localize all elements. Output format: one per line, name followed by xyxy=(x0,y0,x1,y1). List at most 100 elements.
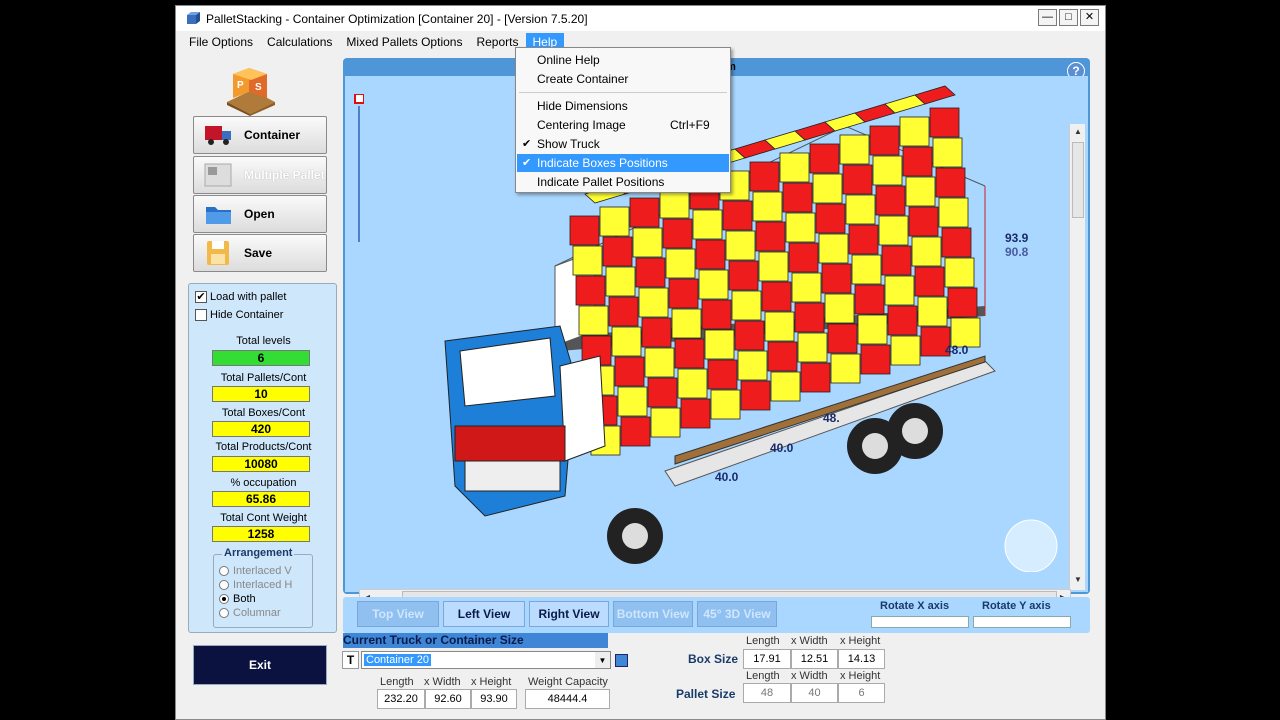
dimension-depth: 48.0 xyxy=(945,343,969,357)
exit-button[interactable]: Exit xyxy=(193,645,327,685)
vertical-scrollbar[interactable]: ▲ ▼ xyxy=(1069,124,1085,590)
check-icon: ✔ xyxy=(522,138,532,150)
menu-mixed-pallets-options[interactable]: Mixed Pallets Options xyxy=(339,33,469,51)
cargo-box xyxy=(572,245,603,276)
minimize-button[interactable]: — xyxy=(1038,9,1057,26)
container-width-field[interactable]: 92.60 xyxy=(425,689,471,709)
arrangement-both-radio[interactable]: Both xyxy=(219,593,256,605)
weight-capacity-field[interactable]: 48444.4 xyxy=(525,689,610,709)
cargo-box xyxy=(902,146,933,177)
arrangement-interlaced-v-radio[interactable]: Interlaced V xyxy=(219,565,292,577)
cargo-box xyxy=(914,266,945,297)
container-edit-icon[interactable] xyxy=(615,654,628,667)
menu-item-label: Indicate Boxes Positions xyxy=(537,156,668,170)
dimension-pallet-b: 40.0 xyxy=(715,470,739,484)
cargo-box xyxy=(749,161,780,192)
arrangement-columnar-radio[interactable]: Columnar xyxy=(219,607,281,619)
rotate-x-slider[interactable] xyxy=(871,616,969,628)
cargo-box xyxy=(599,206,630,237)
load-with-pallet-checkbox[interactable]: ✔ Load with pallet xyxy=(195,291,286,303)
cargo-box xyxy=(935,167,966,198)
pallet-height-field[interactable]: 6 xyxy=(838,683,885,703)
scroll-up-arrow[interactable]: ▲ xyxy=(1071,124,1085,138)
cargo-box xyxy=(605,266,636,297)
save-button[interactable]: Save xyxy=(193,234,327,272)
total-boxes-value: 420 xyxy=(212,421,310,437)
pallet-width-field[interactable]: 40 xyxy=(791,683,838,703)
save-disk-icon xyxy=(207,241,229,265)
radio-label: Interlaced V xyxy=(233,565,292,577)
cargo-box xyxy=(611,326,642,357)
chevron-down-icon[interactable]: ▼ xyxy=(595,652,610,668)
multiple-pallet-button[interactable]: Multiple Pallet xyxy=(193,156,327,194)
cargo-box xyxy=(635,257,666,288)
bottom-view-button[interactable]: Bottom View xyxy=(613,601,693,627)
top-view-button[interactable]: Top View xyxy=(357,601,439,627)
menu-item-indicate-pallet-positions[interactable]: Indicate Pallet Positions xyxy=(517,173,729,191)
arrangement-group: Arrangement Interlaced V Interlaced H Bo… xyxy=(213,547,313,628)
scroll-down-arrow[interactable]: ▼ xyxy=(1071,572,1085,586)
radio-label: Interlaced H xyxy=(233,579,293,591)
menu-calculations[interactable]: Calculations xyxy=(260,33,339,51)
close-button[interactable]: ✕ xyxy=(1080,9,1099,26)
box-width-field[interactable]: 12.51 xyxy=(791,649,838,669)
menu-item-indicate-boxes-positions[interactable]: ✔ Indicate Boxes Positions xyxy=(517,154,729,172)
cargo-box xyxy=(692,209,723,240)
menu-item-hide-dimensions[interactable]: Hide Dimensions xyxy=(517,97,729,115)
cargo-box xyxy=(770,371,801,402)
title-bar: PalletStacking - Container Optimization … xyxy=(176,6,1105,31)
open-button[interactable]: Open xyxy=(193,195,327,233)
cargo-box xyxy=(785,212,816,243)
cargo-box xyxy=(857,314,888,345)
multiple-pallet-button-label: Multiple Pallet xyxy=(244,168,325,182)
right-view-button[interactable]: Right View xyxy=(529,601,609,627)
3d-view-button[interactable]: 45° 3D View xyxy=(697,601,777,627)
menu-item-show-truck[interactable]: ✔ Show Truck xyxy=(517,135,729,153)
cargo-box xyxy=(890,335,921,366)
cargo-box xyxy=(815,203,846,234)
container-button[interactable]: Container xyxy=(193,116,327,154)
cargo-box xyxy=(830,353,861,384)
cargo-box xyxy=(728,260,759,291)
container-button-label: Container xyxy=(244,128,301,142)
box-length-header: Length xyxy=(746,635,780,647)
cargo-box xyxy=(665,248,696,279)
hide-container-checkbox[interactable]: Hide Container xyxy=(195,309,283,321)
rotate-y-slider[interactable] xyxy=(973,616,1071,628)
box-height-field[interactable]: 14.13 xyxy=(838,649,885,669)
container-height-header: x Height xyxy=(471,676,512,688)
cargo-box xyxy=(779,152,810,183)
cargo-box xyxy=(941,227,972,258)
pallet-length-field[interactable]: 48 xyxy=(743,683,791,703)
container-length-field[interactable]: 232.20 xyxy=(377,689,425,709)
radio-circle xyxy=(219,580,229,590)
menu-item-label: Show Truck xyxy=(537,137,600,151)
left-view-button[interactable]: Left View xyxy=(443,601,525,627)
menu-item-online-help[interactable]: Online Help xyxy=(517,51,729,69)
maximize-button[interactable]: □ xyxy=(1059,9,1078,26)
cargo-box xyxy=(644,347,675,378)
container-select[interactable]: Container 20 ▼ xyxy=(361,651,611,669)
box-length-field[interactable]: 17.91 xyxy=(743,649,791,669)
cargo-box xyxy=(929,107,960,138)
cargo-box xyxy=(824,293,855,324)
cargo-box xyxy=(872,155,903,186)
vertical-scroll-thumb[interactable] xyxy=(1072,142,1084,218)
menu-item-centering-image[interactable]: Centering Image Ctrl+F9 xyxy=(517,116,729,134)
cargo-box xyxy=(608,296,639,327)
menu-file-options[interactable]: File Options xyxy=(182,33,260,51)
cargo-box xyxy=(575,275,606,306)
truck-side-window xyxy=(559,355,606,462)
radio-circle xyxy=(219,594,229,604)
container-height-field[interactable]: 93.90 xyxy=(471,689,517,709)
menu-item-create-container[interactable]: Create Container xyxy=(517,70,729,88)
wheel-hub xyxy=(902,418,928,444)
cargo-box xyxy=(698,269,729,300)
help-dropdown-menu: Online Help Create Container Hide Dimens… xyxy=(515,47,731,193)
arrangement-interlaced-h-radio[interactable]: Interlaced H xyxy=(219,579,292,591)
cargo-box xyxy=(818,233,849,264)
dimension-height-inner: 90.8 xyxy=(1005,245,1029,259)
menu-item-label: Indicate Pallet Positions xyxy=(537,175,665,189)
menu-item-shortcut: Ctrl+F9 xyxy=(670,118,710,132)
menu-separator xyxy=(519,92,727,93)
